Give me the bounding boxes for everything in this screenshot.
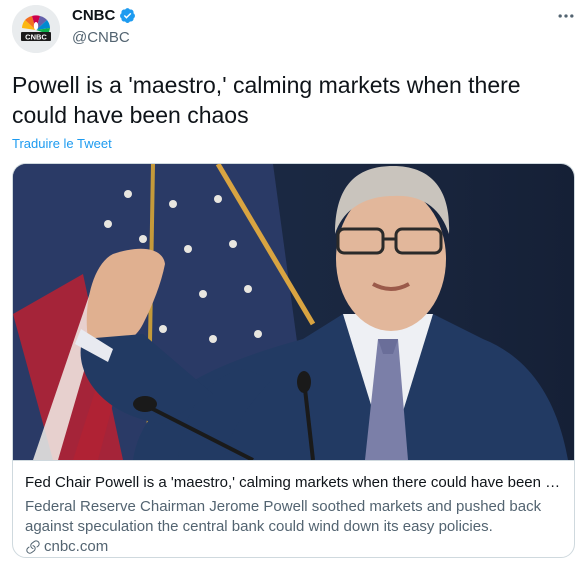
card-domain-row: cnbc.com	[25, 538, 108, 555]
more-horizontal-icon	[558, 14, 574, 18]
card-description: Federal Reserve Chairman Jerome Powell s…	[25, 498, 542, 535]
translate-tweet-link[interactable]: Traduire le Tweet	[12, 136, 112, 151]
logo-text: CNBC	[25, 32, 47, 41]
card-image	[13, 164, 574, 460]
author-name-row[interactable]: CNBC	[72, 7, 136, 24]
link-card[interactable]: Fed Chair Powell is a 'maestro,' calming…	[12, 163, 575, 558]
cnbc-logo: CNBC	[12, 5, 60, 53]
author-handle[interactable]: @CNBC	[72, 29, 130, 46]
link-icon	[26, 539, 40, 554]
verified-badge-icon	[120, 8, 136, 23]
card-title[interactable]: Fed Chair Powell is a 'maestro,' calming…	[25, 474, 565, 491]
author-name[interactable]: CNBC	[72, 7, 115, 24]
avatar[interactable]: CNBC	[12, 5, 60, 53]
tweet-text: Powell is a 'maestro,' calming markets w…	[12, 72, 521, 128]
card-domain[interactable]: cnbc.com	[44, 538, 108, 555]
card-divider	[13, 460, 574, 461]
more-options-button[interactable]	[552, 2, 580, 30]
